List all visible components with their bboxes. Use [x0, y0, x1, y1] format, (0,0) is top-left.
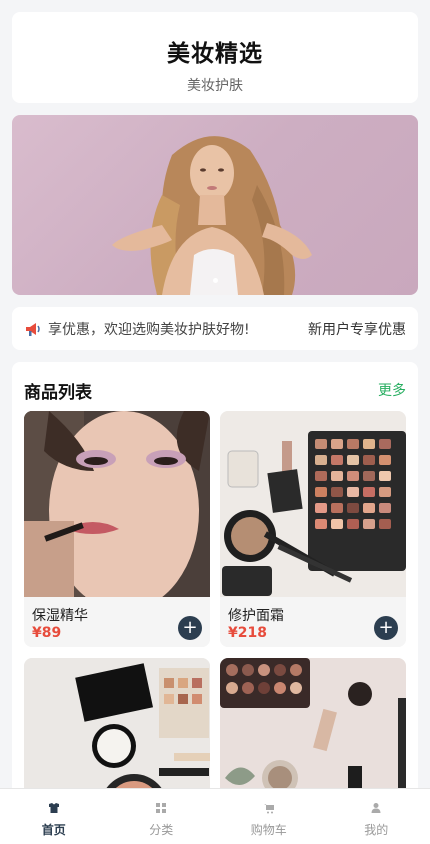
product-image [24, 658, 210, 788]
product-name: 修护面霜 [228, 608, 284, 624]
add-to-cart-button[interactable]: + [374, 616, 398, 640]
tab-me-label: 我的 [364, 823, 389, 837]
notice-new-user-text: 新用户专享优惠 [308, 321, 406, 338]
product-info: 保湿精华 ¥89 + [24, 597, 210, 647]
section-header: 商品列表 更多 [24, 378, 406, 403]
product-price: ¥218 [228, 625, 267, 641]
product-card[interactable]: 修护面霜 ¥218 + [220, 411, 406, 647]
page-scroll-area[interactable]: 美妆精选 美妆护肤 享优惠，欢迎选购美妆护肤好物! 新用户专享优惠 商品列表 更… [0, 0, 430, 788]
carousel-indicators [12, 268, 418, 287]
product-section: 商品列表 更多 保湿精华 ¥89 + 修护面霜 ¥218 + [12, 362, 418, 788]
product-info: 修护面霜 ¥218 + [220, 597, 406, 647]
product-image [24, 411, 210, 597]
product-image [220, 411, 406, 597]
page-subtitle: 美妆护肤 [187, 78, 243, 94]
product-image [220, 658, 406, 788]
notice-scroll-text: 享优惠，欢迎选购美妆护肤好物! [48, 321, 250, 338]
shirt-icon [48, 803, 59, 813]
product-card[interactable] [24, 658, 210, 788]
banner-carousel[interactable] [12, 115, 418, 295]
notice-bar[interactable]: 享优惠，欢迎选购美妆护肤好物! 新用户专享优惠 [12, 307, 418, 350]
add-to-cart-button[interactable]: + [178, 616, 202, 640]
section-title: 商品列表 [24, 383, 92, 403]
user-icon [371, 803, 381, 813]
cart-icon [263, 804, 274, 814]
tab-cart[interactable]: 购物车 [215, 789, 323, 844]
tab-me[interactable]: 我的 [323, 789, 430, 844]
product-card[interactable] [220, 658, 406, 788]
product-card[interactable]: 保湿精华 ¥89 + [24, 411, 210, 647]
product-name: 保湿精华 [32, 608, 88, 624]
product-price: ¥89 [32, 625, 62, 641]
carousel-dot-active[interactable] [212, 278, 218, 283]
header-card: 美妆精选 美妆护肤 [12, 12, 418, 103]
megaphone-icon [26, 322, 40, 336]
tab-category[interactable]: 分类 [108, 789, 216, 844]
tab-home-label: 首页 [41, 823, 66, 837]
tab-category-label: 分类 [149, 823, 174, 837]
tab-home[interactable]: 首页 [0, 789, 108, 844]
tab-cart-label: 购物车 [250, 823, 287, 837]
page-title: 美妆精选 [167, 41, 263, 67]
more-link[interactable]: 更多 [378, 380, 406, 400]
bottom-tab-bar: 首页 分类 购物车 我的 [0, 788, 430, 844]
grid-icon [156, 803, 167, 813]
